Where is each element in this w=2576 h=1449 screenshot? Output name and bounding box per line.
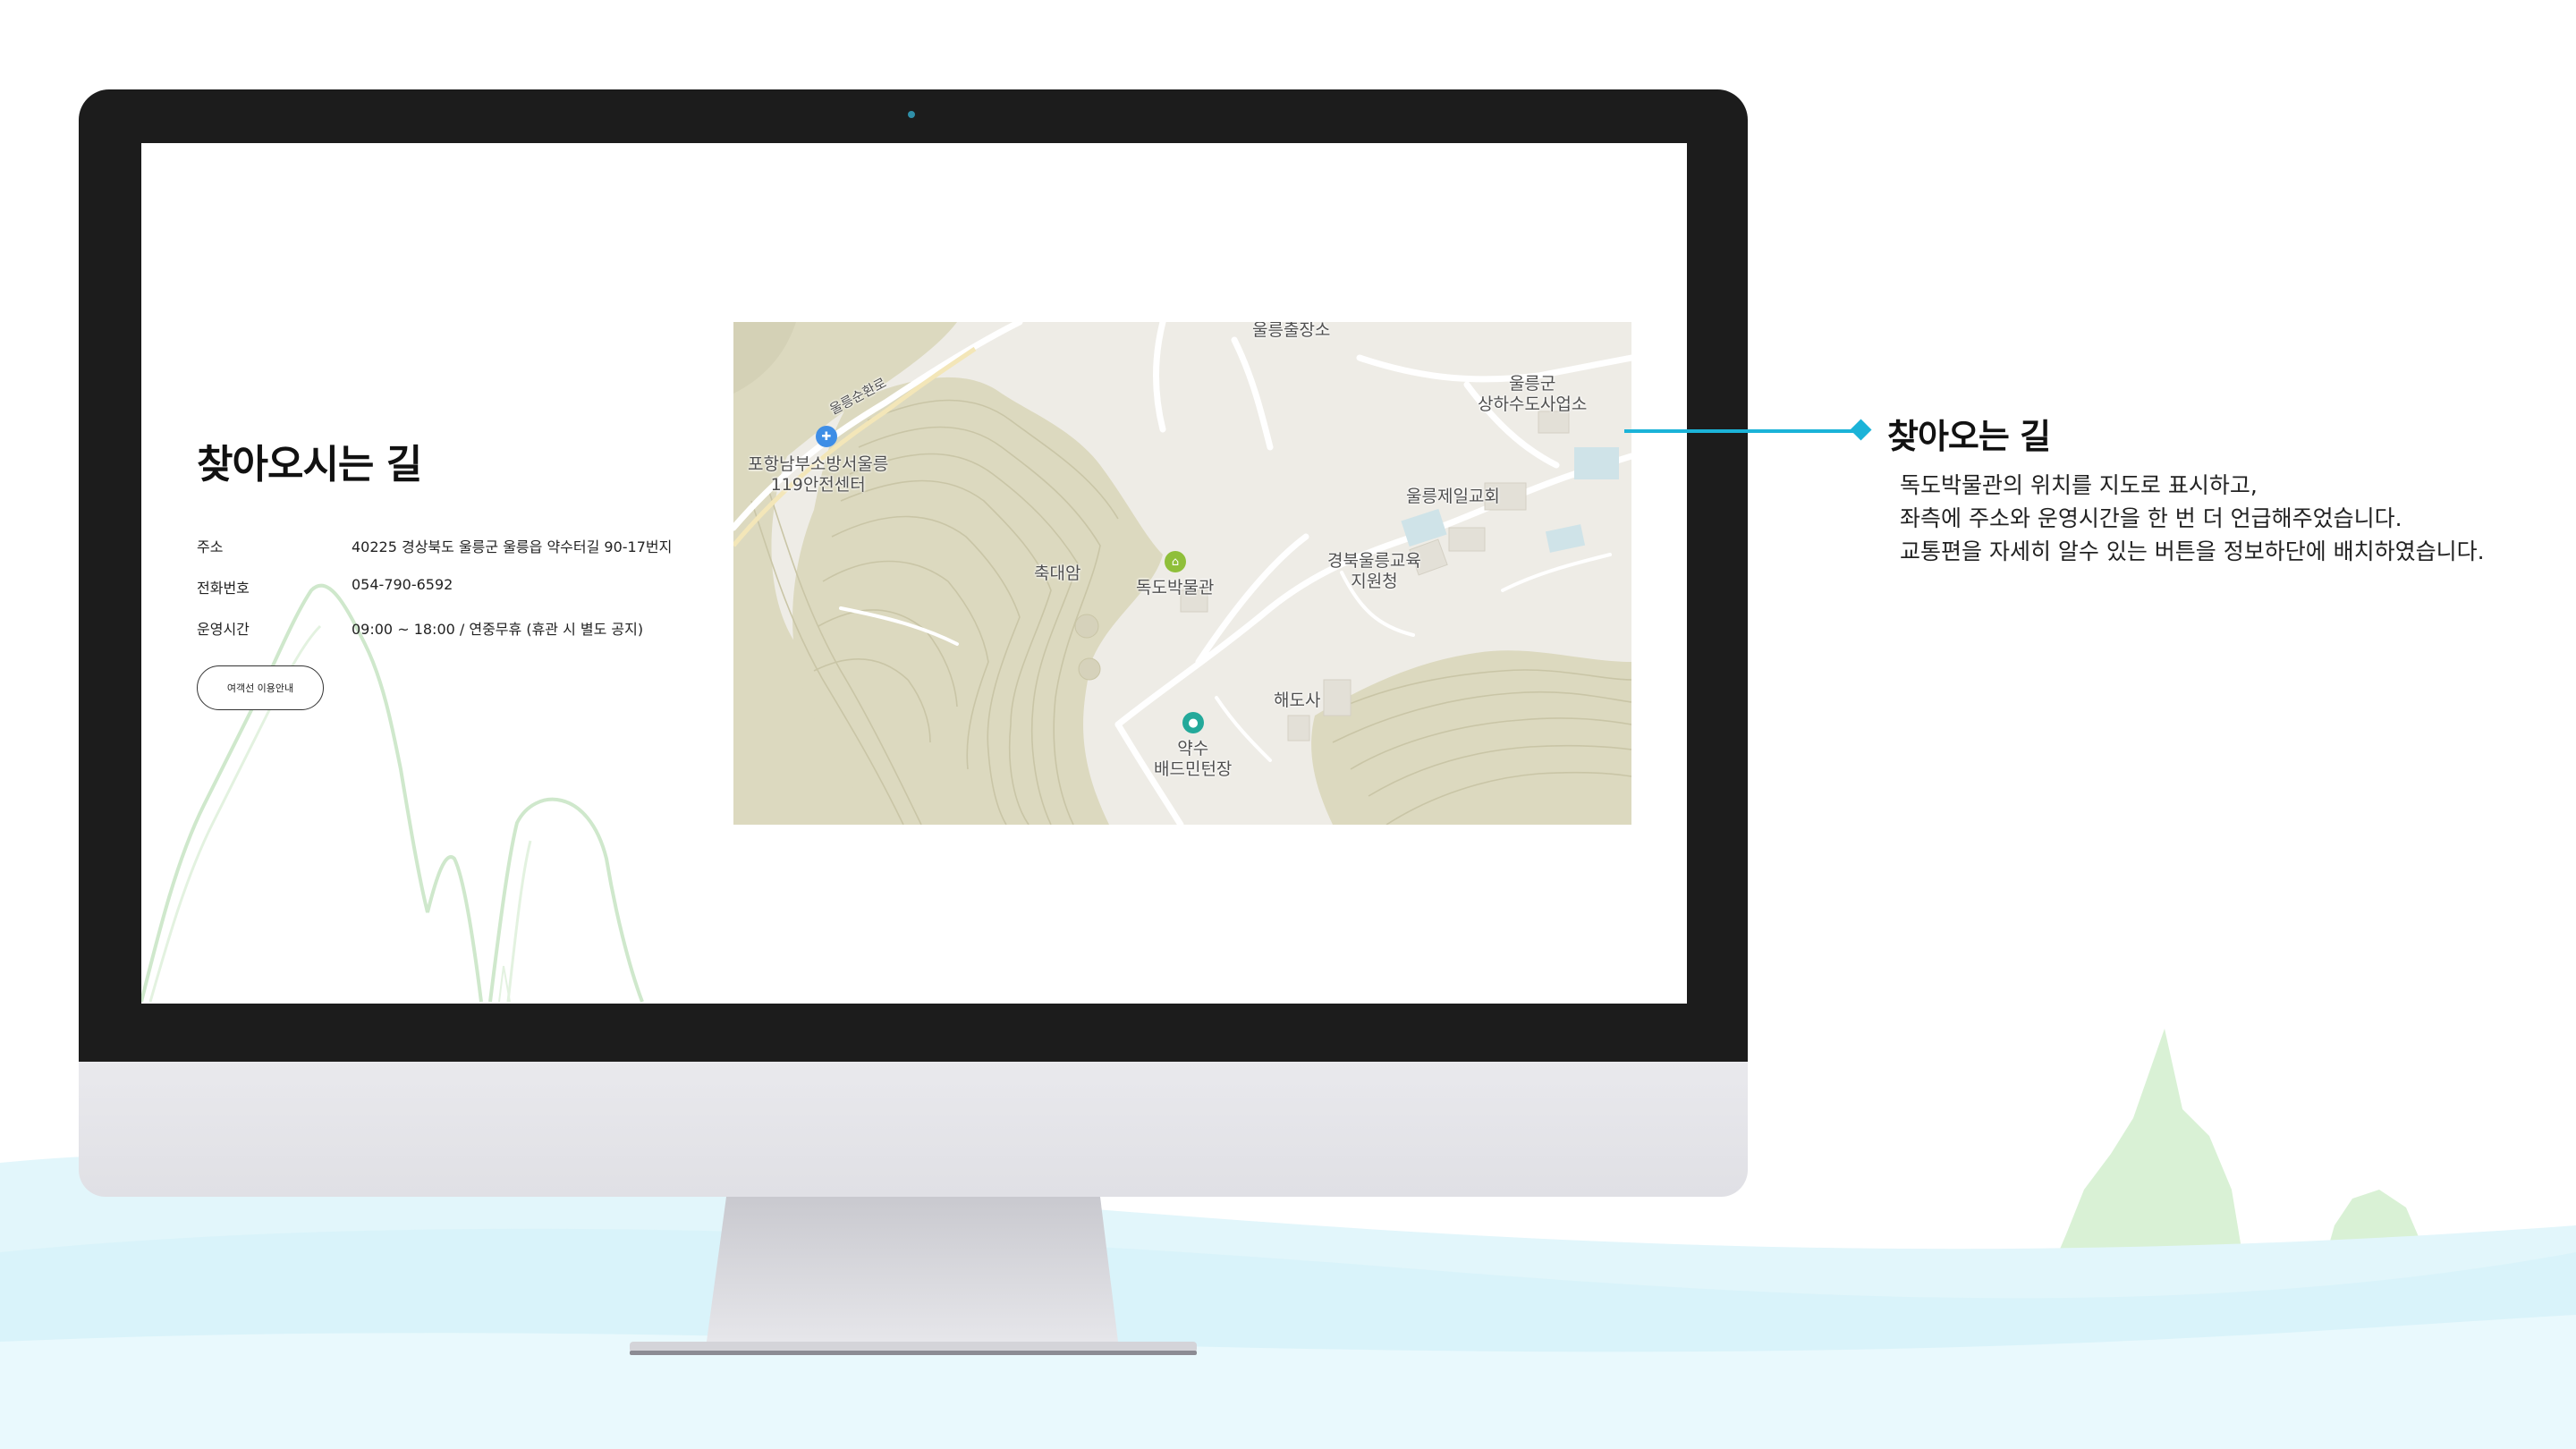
location-map[interactable]: 울릉출장소 울릉순환로 ✚ 포항남부소방서울릉 119안전센터 울릉군 상하수도… [733, 322, 1631, 825]
ferry-info-button[interactable]: 여객선 이용안내 [197, 665, 324, 710]
map-label-yaksu: 약수 배드민턴장 [1154, 739, 1232, 780]
map-label-haedosa: 해도사 [1274, 691, 1321, 710]
monitor-chin [79, 1062, 1748, 1197]
map-label-chukdaeam: 축대암 [1034, 564, 1081, 583]
map-label-education-line1: 경북울릉교육 [1327, 551, 1421, 571]
map-label-waterworks-line2: 상하수도사업소 [1478, 394, 1588, 414]
map-label-church: 울릉제일교회 [1406, 487, 1500, 506]
callout-line-2: 좌측에 주소와 운영시간을 한 번 더 언급해주었습니다. [1900, 505, 2402, 531]
callout-line-1: 독도박물관의 위치를 지도로 표시하고, [1900, 472, 2258, 498]
map-label-education: 경북울릉교육 지원청 [1327, 551, 1421, 592]
map-label-dokdo-museum: 독도박물관 [1136, 578, 1215, 597]
address-label: 주소 [197, 538, 224, 555]
fire-station-icon[interactable]: ✚ [816, 426, 837, 447]
page-title: 찾아오시는 길 [197, 442, 422, 487]
map-label-yaksu-line1: 약수 [1177, 739, 1209, 758]
phone-label: 전화번호 [197, 580, 250, 597]
museum-icon[interactable]: ⌂ [1165, 551, 1186, 572]
map-label-waterworks: 울릉군 상하수도사업소 [1478, 374, 1587, 415]
badminton-icon[interactable]: ● [1182, 712, 1204, 733]
map-label-fire-station-line1: 포항남부소방서울릉 [748, 454, 889, 474]
map-label-fire-station: 포항남부소방서울릉 119안전센터 [748, 454, 888, 496]
phone-value: 054-790-6592 [352, 576, 453, 593]
address-value: 40225 경상북도 울릉군 울릉읍 약수터길 90-17번지 [352, 538, 673, 555]
camera-icon [908, 111, 915, 118]
website-screen: 찾아오시는 길 주소 40225 경상북도 울릉군 울릉읍 약수터길 90-17… [141, 143, 1687, 1004]
map-label-education-line2: 지원청 [1351, 572, 1398, 591]
callout-line-3: 교통편을 자세히 알수 있는 버튼을 정보하단에 배치하였습니다. [1900, 538, 2485, 564]
hours-label: 운영시간 [197, 621, 250, 638]
hours-value: 09:00 ~ 18:00 / 연중무휴 (휴관 시 별도 공지) [352, 621, 644, 638]
map-label-waterworks-line1: 울릉군 [1508, 374, 1556, 394]
map-label-ulleung-substation: 울릉출장소 [1252, 322, 1331, 340]
callout-connector-line [1624, 429, 1857, 433]
callout-description: 독도박물관의 위치를 지도로 표시하고, 좌측에 주소와 운영시간을 한 번 더… [1900, 469, 2485, 568]
map-label-yaksu-line2: 배드민턴장 [1154, 759, 1233, 779]
callout-title: 찾아오는 길 [1887, 417, 2051, 456]
map-label-fire-station-line2: 119안전센터 [770, 475, 866, 495]
